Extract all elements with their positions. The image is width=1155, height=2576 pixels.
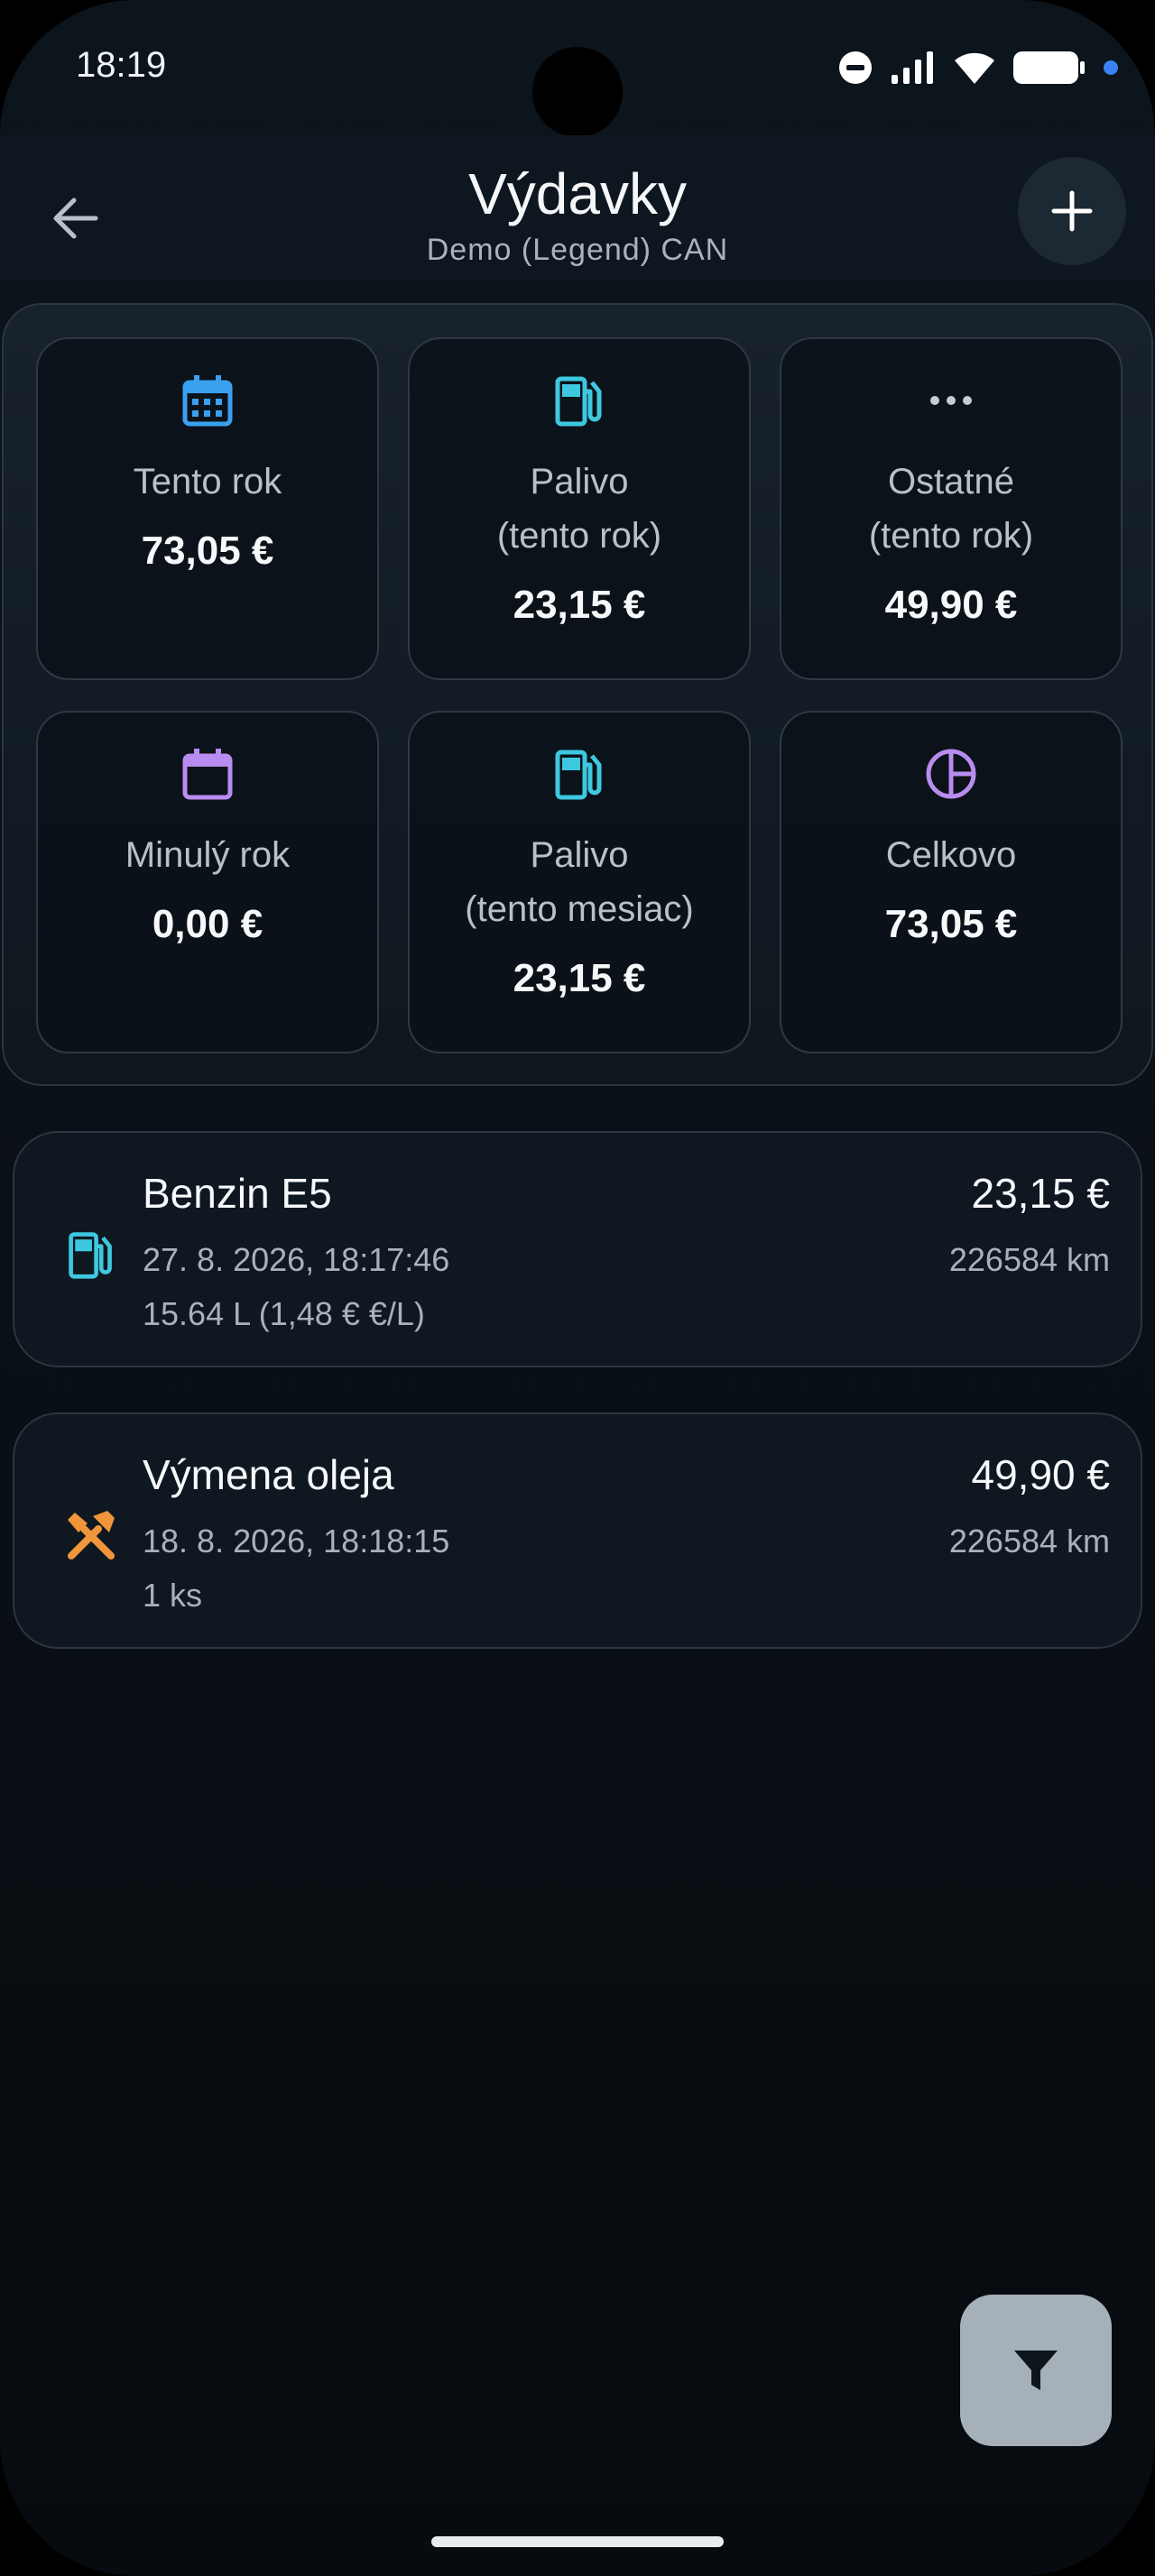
- stat-card-this-year[interactable]: Tento rok 73,05 €: [36, 337, 379, 680]
- more-icon: [781, 373, 1121, 437]
- fuel-pump-icon: [410, 747, 749, 810]
- expense-date: 27. 8. 2026, 18:17:46: [143, 1241, 450, 1278]
- status-icons: [837, 47, 1119, 92]
- wifi-icon: [953, 50, 996, 90]
- app-header: Výdavky Demo (Legend) CAN: [0, 135, 1155, 280]
- status-bar: 18:19: [0, 0, 1155, 137]
- stat-label: Palivo (tento rok): [410, 455, 749, 563]
- expense-title: Benzin E5: [143, 1170, 332, 1217]
- stat-label-line2: (tento rok): [496, 516, 662, 556]
- expense-date: 18. 8. 2026, 18:18:15: [143, 1523, 450, 1559]
- stat-value: 23,15 €: [513, 956, 646, 1000]
- stat-card-other-this-year[interactable]: Ostatné (tento rok) 49,90 €: [780, 337, 1123, 680]
- stat-card-total[interactable]: Celkovo 73,05 €: [780, 711, 1123, 1053]
- home-indicator[interactable]: [431, 2536, 724, 2547]
- stat-card-fuel-this-year[interactable]: Palivo (tento rok) 23,15 €: [408, 337, 751, 680]
- stat-value: 49,90 €: [884, 583, 1018, 627]
- stat-label-line1: Palivo: [530, 835, 629, 875]
- expense-title: Výmena oleja: [143, 1451, 394, 1498]
- expense-detail: 15.64 L (1,48 € €/L): [143, 1295, 425, 1332]
- app-screen: 18:19 Výdavky Demo (Legend) CAN Tento ro…: [0, 0, 1155, 2576]
- status-time: 18:19: [76, 45, 167, 85]
- do-not-disturb-icon: [837, 50, 873, 90]
- stat-label: Celkovo: [885, 835, 1017, 875]
- calendar-icon: [38, 747, 377, 810]
- expense-item[interactable]: Benzin E5 27. 8. 2026, 18:17:46 15.64 L …: [13, 1131, 1142, 1367]
- page-title: Výdavky: [468, 161, 687, 226]
- stat-value: 0,00 €: [152, 902, 263, 946]
- calendar-icon: [38, 373, 377, 437]
- expense-odometer: 226584 km: [948, 1523, 1110, 1559]
- stat-value: 73,05 €: [884, 902, 1018, 946]
- expense-odometer: 226584 km: [948, 1241, 1110, 1278]
- battery-icon: [1012, 50, 1086, 90]
- filter-icon: [1014, 2351, 1058, 2390]
- stat-label-line1: Ostatné: [887, 462, 1015, 501]
- stat-label: Ostatné (tento rok): [781, 455, 1121, 563]
- pie-chart-icon: [781, 747, 1121, 810]
- stat-label-line1: Palivo: [530, 462, 629, 501]
- expense-detail: 1 ks: [143, 1577, 203, 1614]
- add-expense-button[interactable]: [1018, 157, 1126, 265]
- stat-card-fuel-this-month[interactable]: Palivo (tento mesiac) 23,15 €: [408, 711, 751, 1053]
- page-subtitle: Demo (Legend) CAN: [426, 233, 729, 267]
- stat-label-line2: (tento rok): [868, 516, 1034, 556]
- expense-amount: 49,90 €: [971, 1451, 1110, 1498]
- stat-label: Minulý rok: [125, 835, 291, 875]
- stat-card-last-year[interactable]: Minulý rok 0,00 €: [36, 711, 379, 1053]
- fuel-pump-icon: [51, 1214, 132, 1295]
- expense-amount: 23,15 €: [971, 1170, 1110, 1217]
- stat-label-line2: (tento mesiac): [465, 889, 694, 929]
- notification-dot-icon: [1103, 60, 1119, 80]
- filter-button[interactable]: [960, 2295, 1112, 2446]
- fuel-pump-icon: [410, 373, 749, 437]
- signal-icon: [890, 50, 937, 90]
- stat-label: Palivo (tento mesiac): [410, 828, 749, 936]
- stat-label: Tento rok: [133, 462, 282, 501]
- stat-value: 73,05 €: [141, 529, 274, 573]
- tools-icon: [51, 1495, 132, 1577]
- stat-value: 23,15 €: [513, 583, 646, 627]
- camera-cutout: [532, 47, 623, 137]
- plus-icon: [1051, 190, 1093, 232]
- summary-panel: Tento rok 73,05 € Palivo (tento rok) 23,…: [2, 303, 1153, 1086]
- expense-item[interactable]: Výmena oleja 18. 8. 2026, 18:18:15 1 ks …: [13, 1412, 1142, 1649]
